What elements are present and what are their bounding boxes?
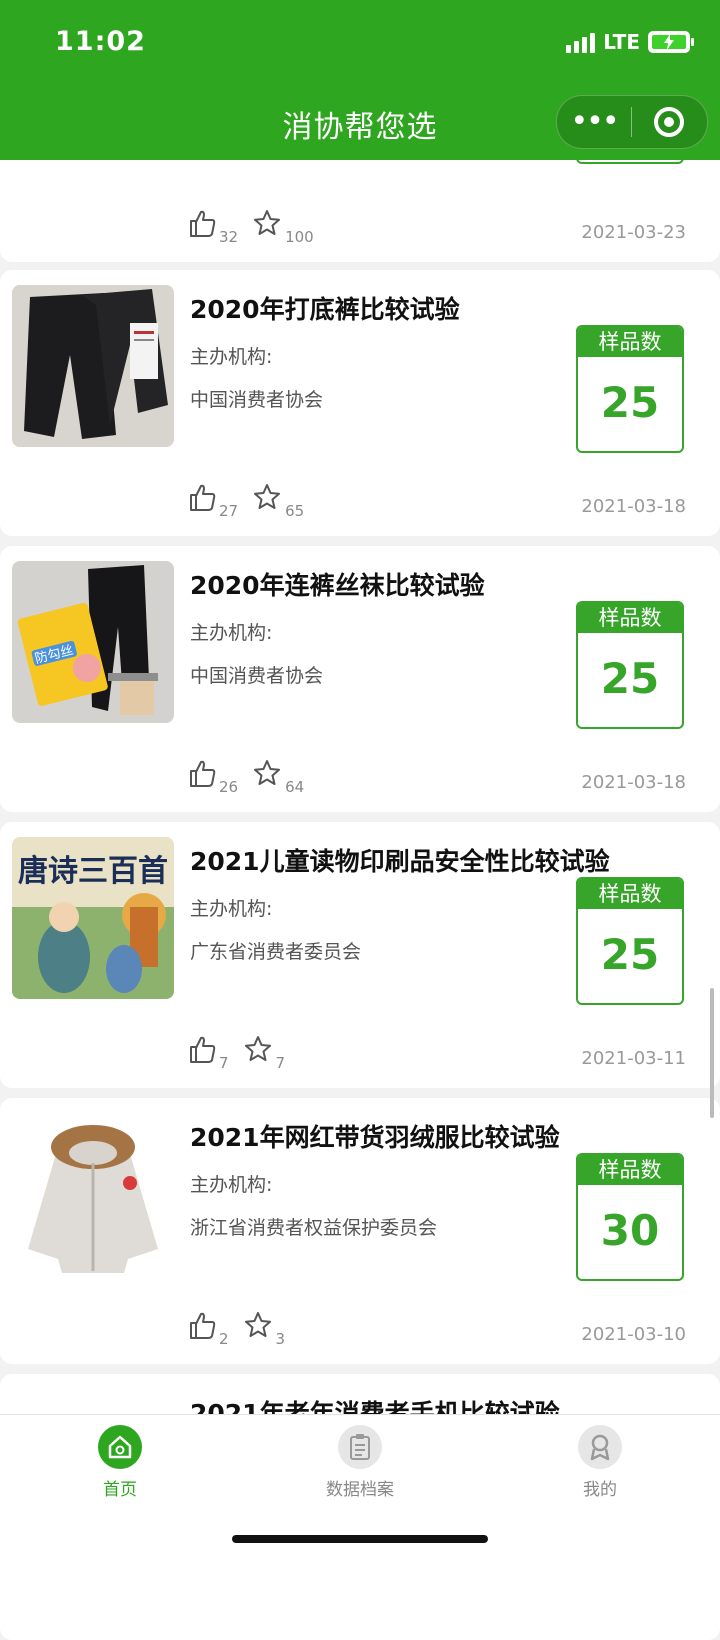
card-title: 2021年网红带货羽绒服比较试验 [190,1123,560,1152]
status-time: 11:02 [55,26,146,57]
list-item[interactable]: 防勾丝 2020年连裤丝袜比较试验 主办机构: 中国消费者协会 样品数 25 2… [0,546,720,812]
star-icon[interactable] [252,758,282,792]
card-stats: 27 65 [188,482,318,520]
scrollbar[interactable] [710,988,714,1118]
tab-home[interactable]: 首页 [50,1425,190,1500]
tab-label: 首页 [103,1480,137,1500]
organizer-label: 主办机构: [190,1174,273,1196]
card-date: 2021-03-18 [581,772,686,793]
card-title: 2020年连裤丝袜比较试验 [190,571,485,600]
favorite-count: 7 [275,1054,286,1072]
card-date: 2021-03-23 [581,222,686,243]
mini-program-capsule: ••• [556,95,708,149]
sample-count-label: 样品数 [578,1155,682,1185]
tab-mine[interactable]: 我的 [530,1425,670,1500]
card-stats: 2 3 [188,1310,299,1348]
sample-count-box: 样品数 25 [576,877,684,1005]
star-icon[interactable] [243,1034,273,1068]
network-type: LTE [603,30,640,54]
sample-count-box: 样品数 25 [576,325,684,453]
tab-data-archive[interactable]: 数据档案 [290,1425,430,1500]
card-title: 2020年打底裤比较试验 [190,295,460,324]
sample-count-label: 样品数 [578,879,682,909]
home-indicator[interactable] [232,1535,488,1543]
tab-label: 数据档案 [326,1480,394,1500]
sample-count-value: 25 [600,930,660,979]
like-icon[interactable] [188,1034,216,1068]
status-icons: LTE [566,30,694,54]
sample-count-label: 样品数 [578,603,682,633]
like-count: 27 [219,502,239,520]
app-header: 11:02 LTE 消协帮您选 ••• [0,0,720,160]
star-icon[interactable] [252,482,282,516]
card-date: 2021-03-11 [581,1048,686,1069]
list-item[interactable]: 2021年网红带货羽绒服比较试验 主办机构: 浙江省消费者权益保护委员会 样品数… [0,1098,720,1364]
sample-count-value: 25 [600,654,660,703]
organizer-name: 中国消费者协会 [190,389,324,411]
like-icon[interactable] [188,482,216,516]
like-count: 2 [219,1330,229,1348]
card-stats: 7 7 [188,1034,299,1072]
card-stats: 26 64 [188,758,318,796]
organizer-name: 浙江省消费者权益保护委员会 [190,1217,438,1239]
card-title: 2021儿童读物印刷品安全性比较试验 [190,847,610,876]
clipboard-icon [338,1425,382,1469]
close-program-button[interactable] [632,107,706,137]
more-icon[interactable]: ••• [557,96,631,148]
organizer-label: 主办机构: [190,622,273,644]
organizer-name: 中国消费者协会 [190,665,324,687]
product-thumbnail: 唐诗三百首 [12,837,174,999]
star-icon[interactable] [243,1310,273,1344]
product-thumbnail [12,1113,174,1275]
signal-icon [566,31,596,53]
battery-icon [648,31,694,53]
profile-icon [578,1425,622,1469]
sample-count-box: 样品数 25 [576,601,684,729]
book-title-art: 唐诗三百首 [18,854,168,889]
tab-label: 我的 [583,1480,617,1500]
product-thumbnail [12,285,174,447]
like-count: 26 [219,778,239,796]
like-count: 32 [219,228,239,246]
product-thumbnail: 防勾丝 [12,561,174,723]
organizer-label: 主办机构: [190,898,273,920]
like-count: 7 [219,1054,229,1072]
like-icon[interactable] [188,208,216,242]
like-icon[interactable] [188,1310,216,1344]
home-icon [98,1425,142,1469]
favorite-count: 3 [275,1330,286,1348]
like-icon[interactable] [188,758,216,792]
organizer-name: 广东省消费者委员会 [190,941,362,963]
star-icon[interactable] [252,208,282,242]
sample-count-box: 样品数 30 [576,1153,684,1281]
favorite-count: 64 [285,778,305,796]
organizer-label: 主办机构: [190,346,273,368]
sample-count-value: 30 [600,1206,660,1255]
card-date: 2021-03-10 [581,1324,686,1345]
target-icon [654,107,684,137]
sample-count-value: 25 [600,378,660,427]
sample-count-label: 样品数 [578,327,682,357]
card-stats: 32 100 [188,208,328,246]
list-item[interactable]: 唐诗三百首 2021儿童读物印刷品安全性比较试验 主办机构: 广东省消费者委员会… [0,822,720,1088]
favorite-count: 65 [285,502,305,520]
list-item[interactable]: 2020年打底裤比较试验 主办机构: 中国消费者协会 样品数 25 27 65 … [0,270,720,536]
favorite-count: 100 [285,228,314,246]
card-date: 2021-03-18 [581,496,686,517]
